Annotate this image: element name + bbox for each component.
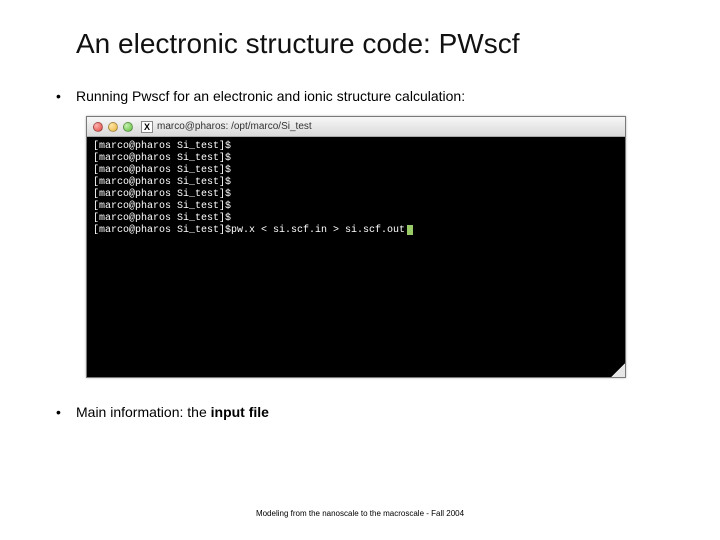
terminal-prompt: [marco@pharos Si_test]$ [93,189,231,201]
bullet-2-text: Main information: the input file [76,404,664,420]
terminal-body[interactable]: [marco@pharos Si_test]$ [marco@pharos Si… [87,137,625,377]
terminal-prompt: [marco@pharos Si_test]$ [93,177,231,189]
bullet-1-text: Running Pwscf for an electronic and ioni… [76,88,664,104]
close-icon[interactable] [93,122,103,132]
slide-footer: Modeling from the nanoscale to the macro… [0,509,720,518]
terminal-prompt: [marco@pharos Si_test]$ [93,201,231,213]
terminal-prompt: [marco@pharos Si_test]$ [93,153,231,165]
terminal-line: [marco@pharos Si_test]$ [93,141,619,153]
minimize-icon[interactable] [108,122,118,132]
terminal-line: [marco@pharos Si_test]$ [93,165,619,177]
terminal-line: [marco@pharos Si_test]$ [93,201,619,213]
terminal-prompt: [marco@pharos Si_test]$ [93,225,231,237]
terminal-line: [marco@pharos Si_test]$ [93,153,619,165]
terminal-cursor-icon [407,225,413,235]
terminal-cmd: pw.x < si.scf.in > si.scf.out [231,225,405,237]
x11-icon: X [141,121,153,133]
terminal-line: [marco@pharos Si_test]$ pw.x < si.scf.in… [93,225,619,237]
terminal-title: marco@pharos: /opt/marco/Si_test [157,121,619,132]
bullet-2: • Main information: the input file [56,404,664,420]
terminal-line: [marco@pharos Si_test]$ [93,189,619,201]
terminal-screenshot: X marco@pharos: /opt/marco/Si_test [marc… [86,116,664,378]
slide-title: An electronic structure code: PWscf [76,28,664,60]
maximize-icon[interactable] [123,122,133,132]
terminal-titlebar: X marco@pharos: /opt/marco/Si_test [87,117,625,137]
terminal-window: X marco@pharos: /opt/marco/Si_test [marc… [86,116,626,378]
bullet-2-bold: input file [211,404,269,420]
bullet-1: • Running Pwscf for an electronic and io… [56,88,664,104]
bullet-2-prefix: Main information: the [76,404,211,420]
terminal-prompt: [marco@pharos Si_test]$ [93,141,231,153]
bullet-dot-icon: • [56,88,76,104]
terminal-prompt: [marco@pharos Si_test]$ [93,213,231,225]
slide: An electronic structure code: PWscf • Ru… [0,0,720,540]
terminal-line: [marco@pharos Si_test]$ [93,213,619,225]
terminal-line: [marco@pharos Si_test]$ [93,177,619,189]
terminal-prompt: [marco@pharos Si_test]$ [93,165,231,177]
bullet-dot-icon: • [56,404,76,420]
window-buttons [93,122,133,132]
resize-grip-icon[interactable] [611,363,625,377]
